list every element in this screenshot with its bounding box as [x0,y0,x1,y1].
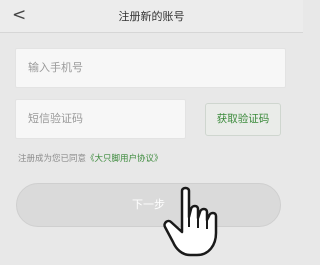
agreement-link[interactable]: 《大只脚用户协议》 [86,154,163,164]
page-title: 注册新的账号 [118,10,185,23]
agreement-prefix: 注册成为您已同意 [18,154,87,164]
top-bar: < 注册新的账号 [0,0,303,33]
agreement-text: 注册成为您已同意《大只脚用户协议》 [18,152,163,164]
get-code-button[interactable]: 获取验证码 [205,103,281,136]
hand-pointer-icon [163,186,218,257]
sms-code-input[interactable]: 短信验证码 [15,99,186,139]
phone-input[interactable]: 输入手机号 [15,48,286,88]
next-step-button[interactable]: 下一步 [16,183,281,227]
